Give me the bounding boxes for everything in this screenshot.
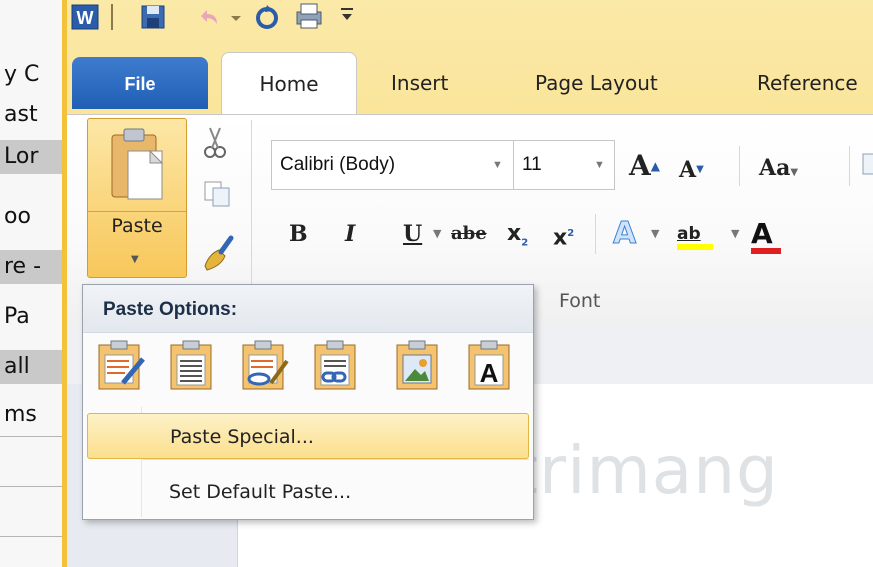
subscript-label: x [507,221,522,246]
font-name-combo[interactable]: Calibri (Body) ▼ [271,140,515,190]
paste-picture-icon[interactable] [391,339,445,393]
save-icon[interactable] [139,2,167,30]
shrink-font-label: A [679,157,697,183]
font-size-combo[interactable]: 11 ▼ [513,140,615,190]
grow-font-button[interactable]: A▲ [629,144,660,188]
highlight-color-swatch [677,244,713,250]
list-item: re - [0,250,62,284]
tab-file[interactable]: File [72,57,208,109]
quick-access-toolbar: W [67,0,873,36]
list-item: ast [4,102,38,127]
paste-special-menu-item[interactable]: Paste Special... [87,413,529,459]
paste-dropdown-icon[interactable]: ▼ [131,254,139,265]
paste-button[interactable]: Paste ▼ [87,118,187,278]
customize-toolbar-icon[interactable] [339,2,367,30]
paste-label: Paste [111,215,163,237]
paste-options-title: Paste Options: [83,285,533,333]
format-painter-icon[interactable] [201,232,235,272]
paste-options-menu: Paste Options: A Paste Special... Set De… [82,284,534,520]
link-and-keep-source-icon[interactable] [309,339,363,393]
chevron-down-icon[interactable]: ▼ [731,212,739,256]
list-item: ms [4,402,37,427]
superscript-marker-icon: 2 [567,228,575,239]
superscript-button[interactable]: x2 [553,212,574,256]
chevron-down-icon: ▼ [790,167,799,178]
strikethrough-button[interactable]: abe [451,212,487,256]
chevron-down-icon[interactable]: ▼ [651,212,659,256]
divider [0,486,62,487]
font-name-value: Calibri (Body) [280,154,396,175]
shrink-arrow-icon: ▼ [696,164,704,175]
superscript-label: x [553,225,568,251]
print-icon[interactable] [293,2,322,30]
change-case-label: Aa [759,155,791,181]
keep-text-only-icon[interactable]: A [463,339,517,393]
font-color-swatch [751,248,781,254]
copy-icon[interactable] [203,180,231,208]
undo-icon[interactable] [195,2,223,30]
redo-icon[interactable] [253,2,281,30]
italic-button[interactable]: I [345,212,355,256]
grow-arrow-icon: ▲ [650,159,660,173]
ribbon-tabs: File Home Insert Page Layout Reference [67,52,873,116]
list-item: y C [4,62,40,87]
divider [0,436,62,437]
separator-icon [109,2,137,30]
tab-page-layout[interactable]: Page Layout [535,52,658,114]
tab-home[interactable]: Home [221,52,357,114]
merge-formatting-icon[interactable] [165,339,219,393]
paste-split-line [88,211,186,212]
group-divider [595,214,596,254]
divider [0,536,62,537]
subscript-button[interactable]: x2 [507,212,528,256]
clear-formatting-icon[interactable] [861,150,873,180]
group-divider [739,146,740,186]
change-case-button[interactable]: Aa▼ [759,146,798,190]
set-default-paste-menu-item[interactable]: Set Default Paste... [87,469,529,515]
cut-icon[interactable] [203,126,227,160]
font-color-button[interactable]: A [751,212,781,256]
bold-button[interactable]: B [289,212,308,256]
word-logo-icon[interactable]: W [71,2,99,30]
subscript-marker-icon: 2 [521,237,529,249]
keep-source-formatting-icon[interactable] [93,339,147,393]
list-item: Pa [4,304,30,329]
grow-font-label: A [629,149,651,182]
underline-dropdown-icon[interactable]: ▼ [433,212,441,256]
tab-insert[interactable]: Insert [391,52,448,114]
text-effects-button[interactable]: A [612,212,636,256]
use-destination-styles-icon[interactable] [237,339,291,393]
background-window-strip: y C ast Lor oo re - Pa all ms [0,0,62,567]
shrink-font-button[interactable]: A▼ [679,148,704,192]
font-size-value: 11 [522,154,542,175]
chevron-down-icon[interactable]: ▼ [492,141,503,189]
list-item: Lor [0,140,62,174]
font-group-label: Font [559,290,601,312]
tab-references[interactable]: Reference [757,52,858,114]
highlight-button[interactable]: ab [677,212,713,256]
list-item: all [0,350,62,384]
chevron-down-icon[interactable]: ▼ [594,141,605,189]
list-item: oo [4,204,31,229]
text-only-glyph: A [480,358,499,388]
highlight-label: ab [677,224,701,244]
menu-separator [143,459,529,460]
underline-button[interactable]: U [403,212,422,256]
svg-text:W: W [77,8,94,28]
font-color-label: A [751,217,773,250]
clipboard-icon [111,128,164,200]
group-divider [849,146,850,186]
